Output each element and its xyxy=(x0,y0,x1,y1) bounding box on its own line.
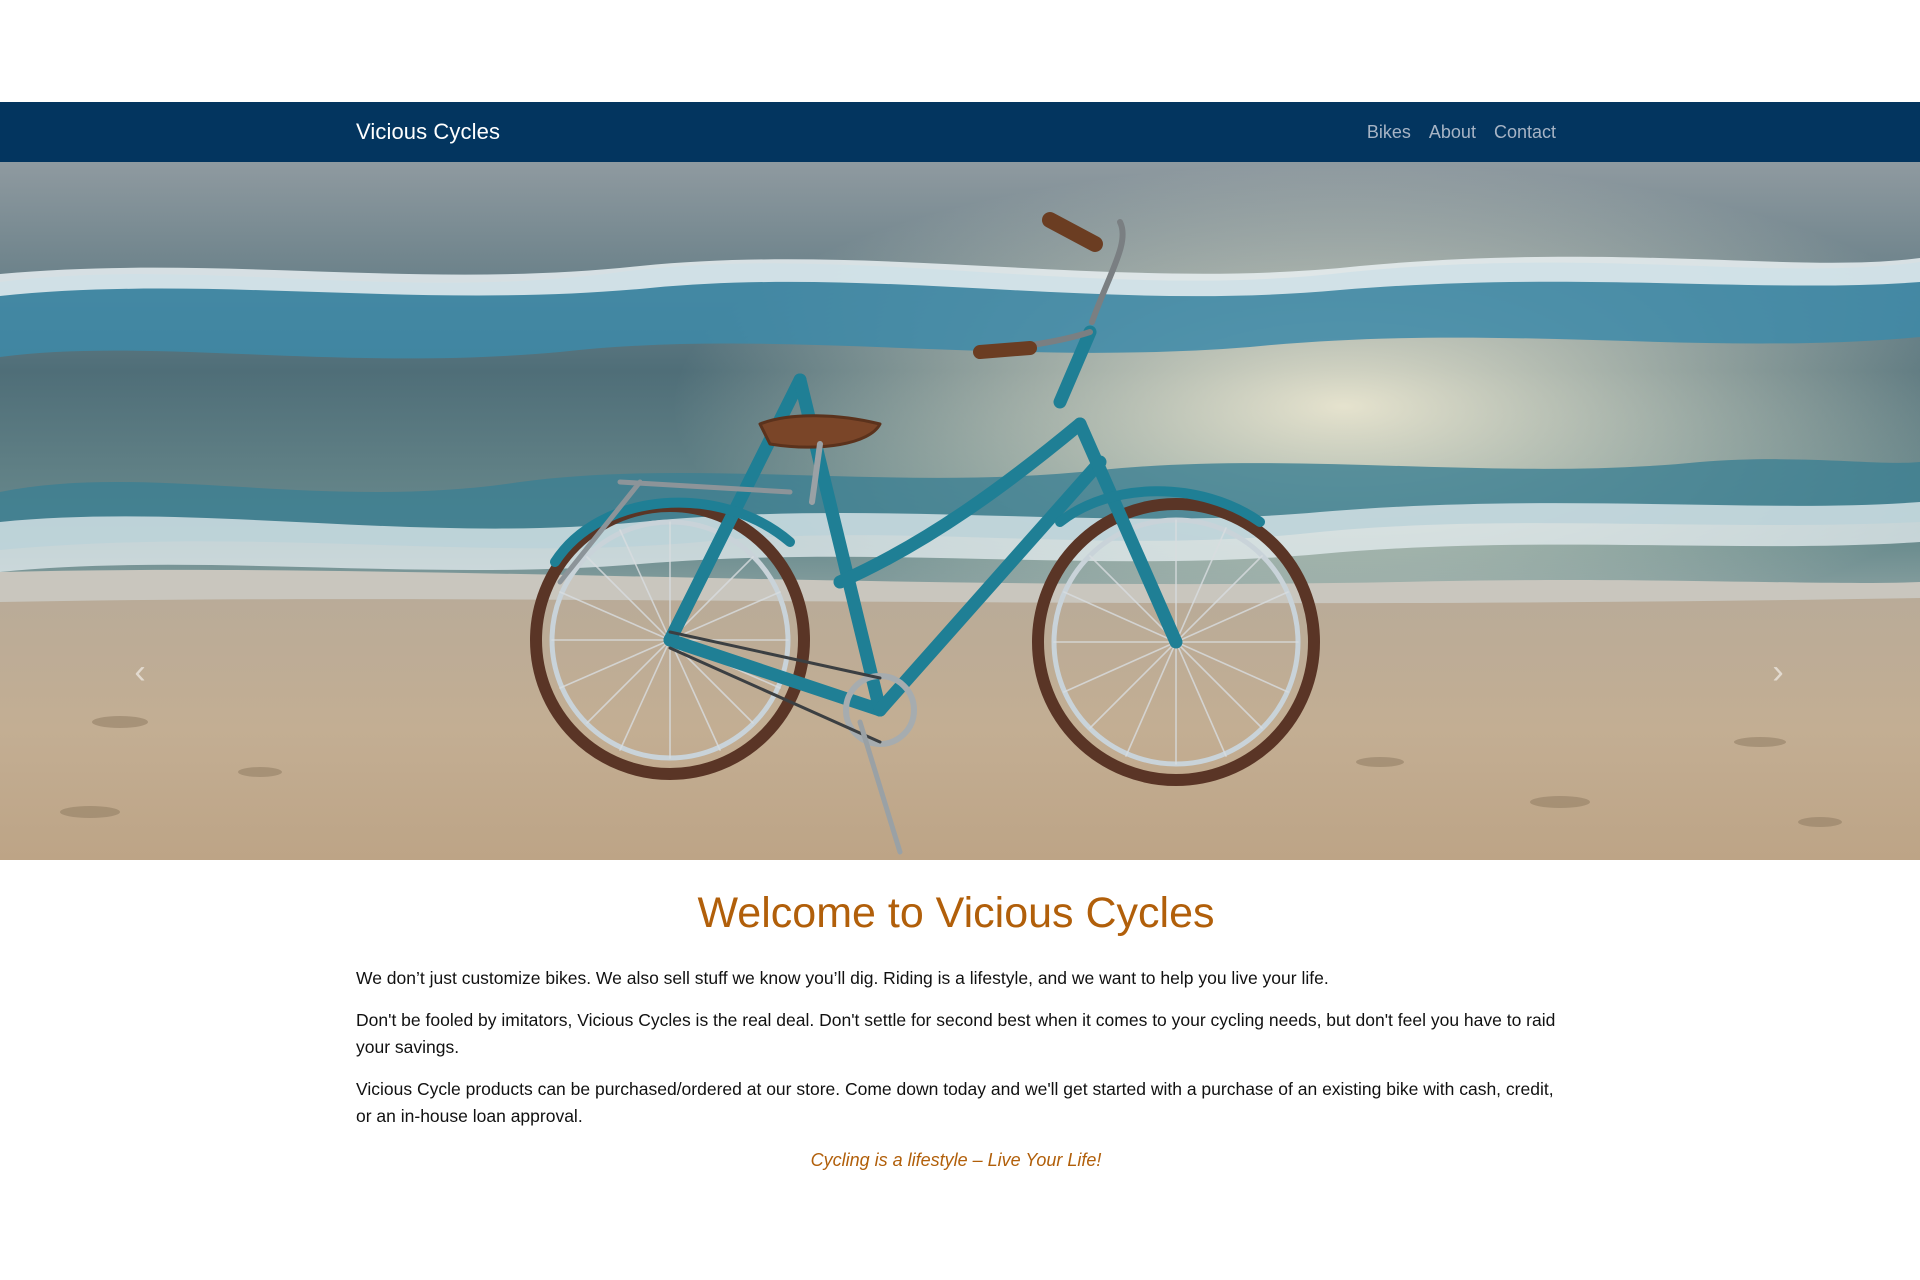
intro-paragraph-2: Don't be fooled by imitators, Vicious Cy… xyxy=(356,1010,1556,1058)
carousel-next-button[interactable]: › xyxy=(1758,652,1798,692)
carousel-prev-button[interactable]: ‹ xyxy=(120,652,160,692)
page-title: Welcome to Vicious Cycles xyxy=(697,889,1215,937)
intro-paragraph-1: We don’t just customize bikes. We also s… xyxy=(356,968,1329,989)
main-content: Welcome to Vicious Cycles We don’t just … xyxy=(356,860,1556,1171)
hero-carousel: ‹ › xyxy=(0,162,1920,860)
page: Vicious Cycles Bikes About Contact ‹ › W… xyxy=(0,0,1920,1280)
chevron-left-icon: ‹ xyxy=(134,652,146,691)
nav-links: Bikes About Contact xyxy=(1367,122,1556,143)
top-navbar: Vicious Cycles Bikes About Contact xyxy=(0,102,1920,162)
nav-link-bikes[interactable]: Bikes xyxy=(1367,122,1411,143)
navbar-container: Vicious Cycles Bikes About Contact xyxy=(356,102,1556,162)
nav-link-contact[interactable]: Contact xyxy=(1494,122,1556,143)
chevron-right-icon: › xyxy=(1772,652,1784,691)
tagline: Cycling is a lifestyle – Live Your Life! xyxy=(810,1150,1102,1171)
intro-paragraph-3: Vicious Cycle products can be purchased/… xyxy=(356,1079,1554,1127)
nav-link-about[interactable]: About xyxy=(1429,122,1476,143)
brand-logo-link[interactable]: Vicious Cycles xyxy=(356,119,500,145)
bicycle-on-beach-photo xyxy=(0,162,1920,860)
